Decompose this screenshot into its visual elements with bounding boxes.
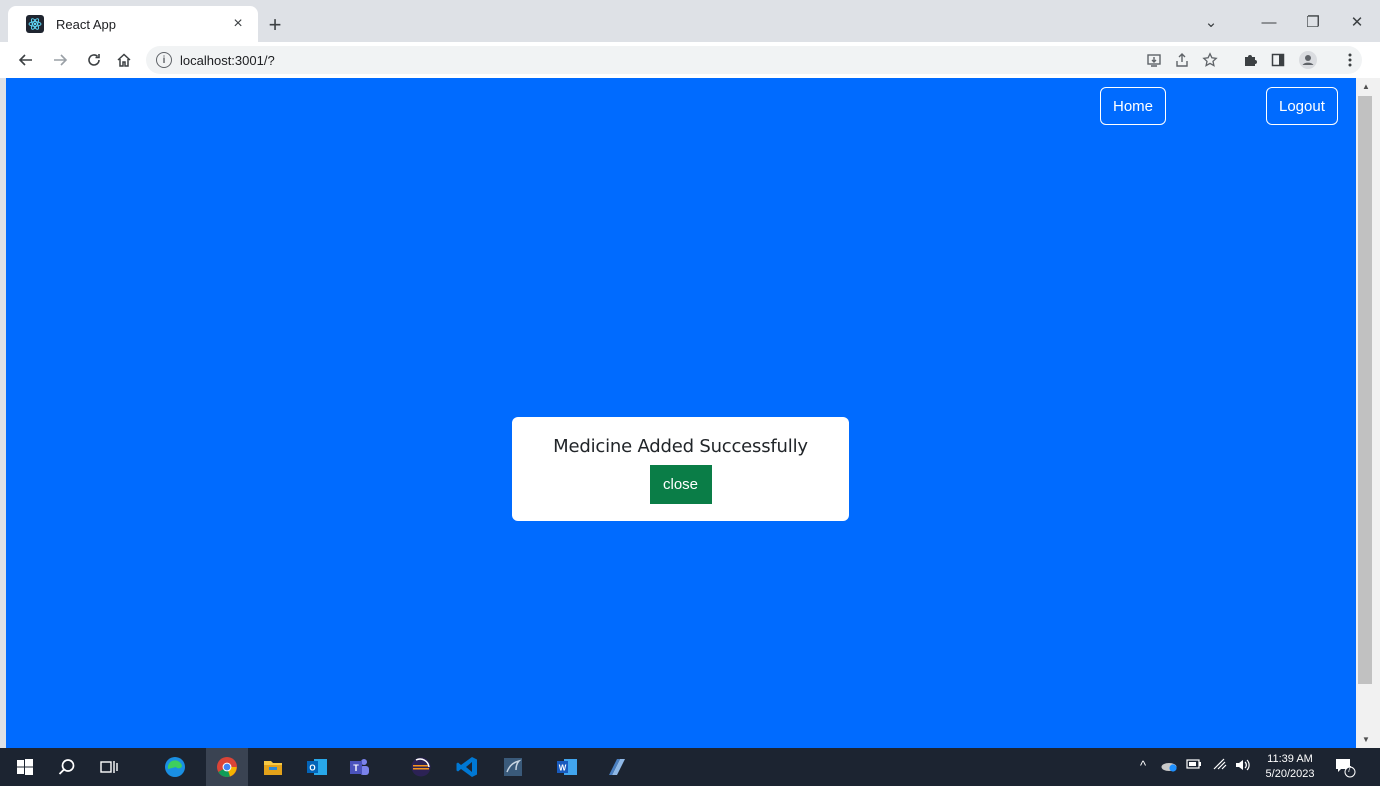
windows-start-icon[interactable] — [14, 756, 36, 778]
edge-icon[interactable] — [164, 756, 186, 778]
volume-icon[interactable] — [1234, 758, 1252, 775]
profile-icon[interactable] — [1294, 46, 1322, 74]
menu-icon[interactable] — [1336, 46, 1364, 74]
logout-button[interactable]: Logout — [1266, 87, 1338, 125]
restore-button[interactable]: ❐ — [1298, 8, 1328, 36]
teams-icon[interactable]: T — [348, 756, 370, 778]
browser-toolbar: i localhost:3001/? — [0, 42, 1380, 78]
extensions-icon[interactable] — [1236, 46, 1264, 74]
mysql-workbench-icon[interactable] — [502, 756, 524, 778]
tab-search-icon[interactable]: ⌄ — [1196, 8, 1226, 36]
onedrive-icon[interactable] — [1160, 758, 1178, 775]
react-favicon-icon — [26, 15, 44, 33]
file-explorer-icon[interactable] — [262, 756, 284, 778]
eclipse-icon[interactable] — [410, 756, 432, 778]
bookmark-star-icon[interactable] — [1196, 46, 1224, 74]
scroll-down-icon[interactable]: ▼ — [1362, 735, 1370, 744]
scroll-thumb[interactable] — [1358, 96, 1372, 684]
chrome-icon[interactable] — [216, 756, 238, 778]
system-clock[interactable]: 11:39 AM 5/20/2023 — [1258, 752, 1322, 782]
back-icon[interactable] — [12, 46, 40, 74]
svg-text:W: W — [559, 764, 567, 773]
search-icon[interactable] — [56, 756, 78, 778]
browser-tab[interactable]: React App × — [8, 6, 258, 42]
site-info-icon[interactable]: i — [156, 52, 172, 68]
tab-title: React App — [56, 16, 116, 32]
battery-icon[interactable] — [1186, 758, 1202, 773]
svg-text:T: T — [353, 763, 359, 773]
tab-close-icon[interactable]: × — [228, 14, 248, 34]
outlook-icon[interactable]: O — [306, 756, 328, 778]
sidepanel-icon[interactable] — [1264, 46, 1292, 74]
svg-text:O: O — [309, 764, 315, 773]
page-scrollbar[interactable]: ▲ ▼ — [1356, 78, 1380, 748]
wifi-icon[interactable] — [1212, 758, 1228, 773]
vscode-icon[interactable] — [456, 756, 478, 778]
browser-tab-bar: React App × + ⌄ — ❐ ✕ — [0, 0, 1380, 42]
new-tab-button[interactable]: + — [262, 12, 288, 38]
close-button[interactable]: close — [649, 465, 712, 504]
reload-icon[interactable] — [80, 46, 108, 74]
share-icon[interactable] — [1168, 46, 1196, 74]
success-modal: Medicine Added Successfully close — [512, 417, 849, 521]
notification-count: 7 — [1347, 765, 1352, 774]
windows-taskbar: O T W ^ 11:39 AM 5/20/2023 7 — [0, 748, 1380, 786]
show-hidden-icons-icon[interactable]: ^ — [1140, 758, 1146, 773]
task-view-icon[interactable] — [98, 756, 120, 778]
clock-date: 5/20/2023 — [1265, 768, 1315, 780]
minimize-button[interactable]: — — [1254, 8, 1284, 36]
install-icon[interactable] — [1140, 46, 1168, 74]
scroll-up-icon[interactable]: ▲ — [1362, 82, 1370, 91]
page-viewport: Home Logout Medicine Added Successfully … — [6, 78, 1356, 748]
forward-icon[interactable] — [46, 46, 74, 74]
home-icon[interactable] — [110, 46, 138, 74]
close-window-button[interactable]: ✕ — [1342, 8, 1372, 36]
url-text: localhost:3001/? — [180, 52, 275, 68]
app-icon[interactable] — [606, 756, 628, 778]
notification-center-icon[interactable]: 7 — [1334, 756, 1356, 781]
clock-time: 11:39 AM — [1267, 753, 1313, 765]
word-icon[interactable]: W — [556, 756, 578, 778]
home-button[interactable]: Home — [1100, 87, 1167, 125]
modal-message: Medicine Added Successfully — [553, 436, 808, 457]
